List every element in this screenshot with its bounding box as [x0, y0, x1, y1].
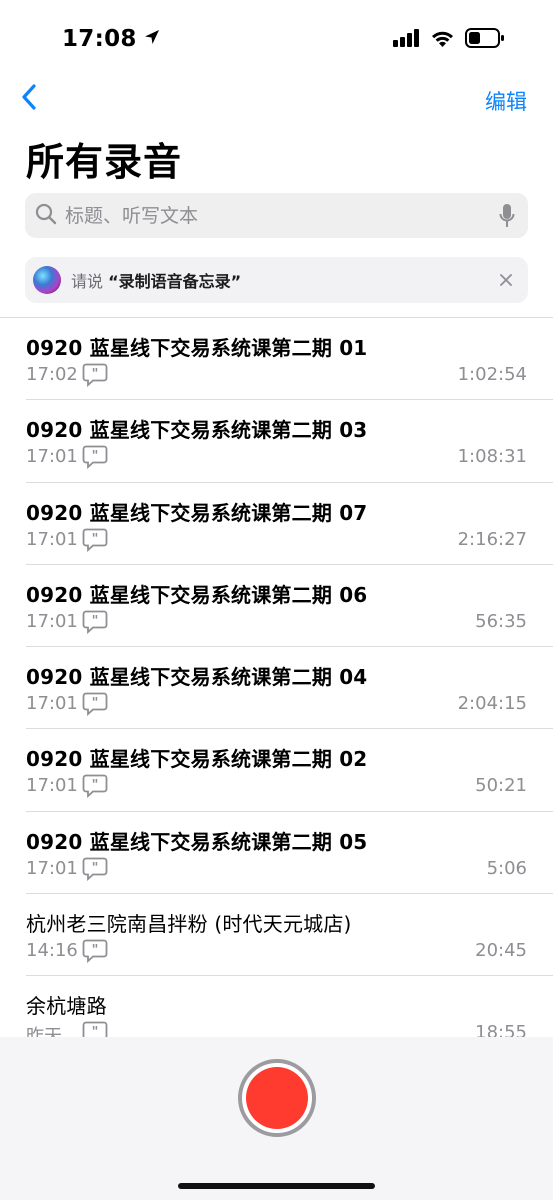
recording-time: 14:16: [26, 940, 78, 962]
search-icon: [35, 203, 57, 229]
voice-memos-screen: 17:08 编辑 所有录音 标题、听写文本 请说 “录制语音备忘录” 0920 …: [0, 0, 553, 1200]
cellular-signal-icon: [393, 29, 420, 51]
recording-title: 0920 蓝星线下交易系统课第二期 04: [26, 665, 368, 690]
transcript-quote-icon: ": [82, 528, 108, 552]
svg-text:": ": [92, 943, 99, 958]
svg-text:": ": [92, 449, 99, 464]
status-time-group: 17:08: [62, 26, 161, 52]
recording-title: 0920 蓝星线下交易系统课第二期 05: [26, 829, 368, 854]
recording-row[interactable]: 0920 蓝星线下交易系统课第二期 07 17:01 " 2:16:27: [26, 483, 553, 565]
home-indicator[interactable]: [178, 1183, 375, 1189]
transcript-quote-icon: ": [82, 774, 108, 799]
svg-text:": ": [92, 367, 99, 382]
transcript-quote-icon: ": [82, 610, 108, 634]
transcript-quote-icon: ": [82, 939, 108, 964]
recording-time: 17:01: [26, 775, 78, 797]
close-icon[interactable]: [492, 266, 520, 294]
transcript-quote-icon: ": [82, 363, 108, 388]
svg-text:": ": [92, 778, 99, 793]
location-arrow-icon: [143, 26, 161, 52]
siri-prefix: 请说: [71, 272, 104, 291]
page-title: 所有录音: [26, 140, 183, 184]
recording-row[interactable]: 0920 蓝星线下交易系统课第二期 01 17:02 " 1:02:54: [26, 318, 553, 401]
status-indicators: [393, 28, 505, 52]
record-toolbar: [0, 1037, 553, 1200]
search-bar[interactable]: [25, 193, 528, 238]
search-input[interactable]: [65, 204, 496, 227]
recording-title: 0920 蓝星线下交易系统课第二期 06: [26, 582, 368, 607]
record-button[interactable]: [246, 1067, 308, 1129]
recording-duration: 1:08:31: [457, 446, 527, 468]
edit-button[interactable]: 编辑: [485, 86, 527, 116]
recording-row[interactable]: 0920 蓝星线下交易系统课第二期 05 17:01 " 5:06: [26, 812, 553, 895]
recording-time: 17:02: [26, 364, 78, 385]
wifi-icon: [430, 29, 455, 52]
recording-duration: 1:02:54: [457, 364, 527, 385]
siri-suggestion-text: 请说 “录制语音备忘录”: [71, 268, 492, 292]
recording-time: 17:01: [26, 857, 78, 879]
recording-title: 余杭塘路: [26, 994, 107, 1019]
recording-time: 17:01: [26, 693, 78, 715]
recording-row[interactable]: 0920 蓝星线下交易系统课第二期 03 17:01 " 1:08:31: [26, 400, 553, 483]
recording-row[interactable]: 0920 蓝星线下交易系统课第二期 04 17:01 " 2:04:15: [26, 647, 553, 730]
back-button[interactable]: [14, 84, 44, 114]
recording-duration: 5:06: [486, 857, 527, 879]
svg-text:": ": [92, 614, 99, 629]
svg-text:": ": [92, 861, 99, 876]
recording-time: 17:01: [26, 528, 78, 550]
transcript-quote-icon: ": [82, 692, 108, 717]
siri-icon: [33, 266, 61, 294]
recording-duration: 50:21: [475, 775, 527, 797]
recordings-list: 0920 蓝星线下交易系统课第二期 01 17:02 " 1:02:54 092…: [0, 317, 553, 1059]
recording-duration: 2:04:15: [457, 693, 527, 715]
siri-phrase: “录制语音备忘录”: [108, 272, 242, 291]
transcript-quote-icon: ": [82, 857, 108, 881]
recording-title: 0920 蓝星线下交易系统课第二期 02: [26, 747, 368, 772]
microphone-icon[interactable]: [496, 202, 518, 230]
svg-text:": ": [92, 532, 99, 547]
recording-row[interactable]: 0920 蓝星线下交易系统课第二期 02 17:01 " 50:21: [26, 729, 553, 812]
recording-title: 0920 蓝星线下交易系统课第二期 03: [26, 418, 368, 443]
recording-row[interactable]: 0920 蓝星线下交易系统课第二期 06 17:01 " 56:35: [26, 565, 553, 648]
status-bar: 17:08: [0, 0, 553, 80]
recording-time: 17:01: [26, 610, 78, 632]
recording-time: 17:01: [26, 446, 78, 468]
recording-duration: 56:35: [475, 610, 527, 632]
recording-title: 0920 蓝星线下交易系统课第二期 07: [26, 500, 368, 525]
recording-duration: 2:16:27: [457, 528, 527, 550]
status-time: 17:08: [62, 26, 137, 52]
transcript-quote-icon: ": [82, 445, 108, 470]
battery-icon: [465, 28, 505, 52]
recording-row[interactable]: 杭州老三院南昌拌粉 (时代天元城店) 14:16 " 20:45: [26, 894, 553, 977]
siri-suggestion[interactable]: 请说 “录制语音备忘录”: [25, 257, 528, 303]
chevron-left-icon: [21, 83, 37, 115]
record-button-ring[interactable]: [238, 1059, 316, 1137]
svg-text:": ": [92, 696, 99, 711]
recording-duration: 20:45: [475, 940, 527, 962]
recording-title: 0920 蓝星线下交易系统课第二期 01: [26, 336, 368, 360]
recording-title: 杭州老三院南昌拌粉 (时代天元城店): [26, 912, 352, 937]
